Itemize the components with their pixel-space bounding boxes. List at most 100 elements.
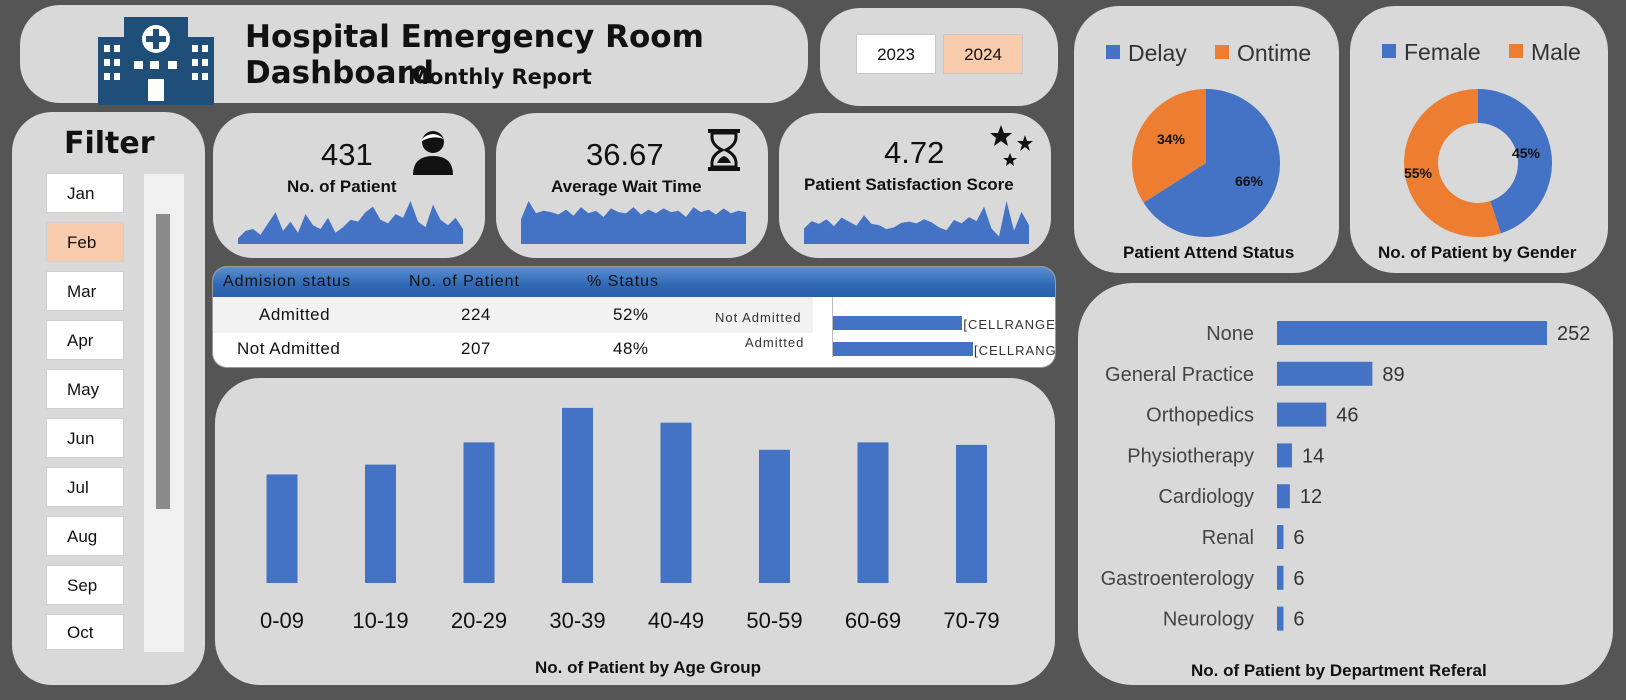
admission-bar-label: Not Admitted <box>715 310 802 325</box>
referral-value-label: 89 <box>1382 364 1404 386</box>
kpi-patients-value: 431 <box>321 137 373 172</box>
kpi-patients-label: No. of Patient <box>287 177 397 196</box>
filter-title: Filter <box>64 126 155 161</box>
age-tick-label: 30-39 <box>549 608 605 633</box>
age-tick-label: 50-59 <box>746 608 802 633</box>
legend-delay: Delay <box>1106 40 1187 67</box>
referral-bar <box>1277 565 1284 590</box>
month-filter-panel: Filter Jan Feb Mar Apr May Jun Jul Aug S… <box>12 112 205 685</box>
referral-value-label: 6 <box>1293 527 1304 549</box>
col-header-status: Admision status <box>223 273 351 290</box>
age-tick-label: 70-79 <box>943 608 999 633</box>
referral-bar <box>1277 443 1292 468</box>
referral-bar <box>1277 484 1290 509</box>
referral-category-label: General Practice <box>1105 364 1254 386</box>
month-button-aug[interactable]: Aug <box>46 516 124 556</box>
legend-swatch <box>1215 45 1229 59</box>
row-status: Not Admitted <box>237 339 341 358</box>
referral-category-label: Gastroenterology <box>1101 568 1254 590</box>
kpi-wait-time-label: Average Wait Time <box>551 177 702 196</box>
legend-label: Female <box>1404 39 1481 65</box>
month-button-oct[interactable]: Oct <box>46 614 124 650</box>
row-pct: 48% <box>613 339 649 358</box>
month-button-mar[interactable]: Mar <box>46 271 124 311</box>
pie-data-label: 34% <box>1157 131 1186 147</box>
scrollbar-thumb[interactable] <box>156 214 170 509</box>
month-button-feb[interactable]: Feb <box>46 222 124 262</box>
month-button-sep[interactable]: Sep <box>46 565 124 605</box>
kpi-satisfaction-card: 4.72 Patient Satisfaction Score <box>779 113 1051 258</box>
kpi-satisfaction-label: Patient Satisfaction Score <box>804 175 1014 194</box>
admission-bar <box>833 342 973 356</box>
referral-bar <box>1277 525 1284 549</box>
month-button-may[interactable]: May <box>46 369 124 409</box>
page-subtitle: Monthly Report <box>408 65 592 89</box>
referral-value-label: 12 <box>1300 486 1322 508</box>
hourglass-icon <box>708 129 740 171</box>
age-tick-label: 0-09 <box>260 608 304 633</box>
department-referral-chart: None 252 General Practice 89 Orthopedics 46 Ph… <box>1101 321 1590 631</box>
patients-sparkline <box>238 201 463 244</box>
sparkline-area <box>521 201 746 244</box>
referral-value-label: 46 <box>1336 405 1358 427</box>
month-button-apr[interactable]: Apr <box>46 320 124 360</box>
age-bar <box>956 444 987 583</box>
age-bar <box>857 442 889 583</box>
pie-data-label: 66% <box>1235 173 1264 189</box>
referral-category-label: Neurology <box>1163 609 1254 631</box>
legend-swatch <box>1382 44 1396 58</box>
admission-table-header: Admision status No. of Patient % Status <box>213 267 1055 297</box>
referral-category-label: Orthopedics <box>1146 405 1254 427</box>
age-tick-label: 20-29 <box>451 608 507 633</box>
col-header-count: No. of Patient <box>409 273 520 290</box>
referral-category-label: Cardiology <box>1158 486 1254 508</box>
referral-bar <box>1277 402 1327 427</box>
age-chart-title: No. of Patient by Age Group <box>535 658 762 677</box>
referral-category-label: Renal <box>1202 527 1254 549</box>
year-button-2023[interactable]: 2023 <box>856 34 936 74</box>
kpi-wait-time-value: 36.67 <box>586 137 664 172</box>
legend-female: Female <box>1382 39 1481 66</box>
age-tick-label: 60-69 <box>845 608 901 633</box>
legend-swatch <box>1509 44 1523 58</box>
month-button-jul[interactable]: Jul <box>46 467 124 507</box>
referral-bar <box>1277 361 1373 386</box>
admission-bar <box>833 316 963 330</box>
age-bar <box>463 442 495 583</box>
row-pct: 52% <box>613 305 649 324</box>
referral-category-label: None <box>1206 323 1254 345</box>
legend-ontime: Ontime <box>1215 40 1311 67</box>
age-tick-label: 40-49 <box>648 608 704 633</box>
age-tick-label: 10-19 <box>352 608 408 633</box>
attend-status-panel: Delay Ontime 66% 34% Patient Attend Statu… <box>1074 6 1339 273</box>
donut-data-label: 55% <box>1404 165 1433 181</box>
year-button-2024[interactable]: 2024 <box>943 34 1023 74</box>
month-button-jan[interactable]: Jan <box>46 173 124 213</box>
referral-category-label: Physiotherapy <box>1127 445 1254 467</box>
gender-chart-title: No. of Patient by Gender <box>1378 243 1577 262</box>
person-icon <box>413 131 453 175</box>
legend-label: Ontime <box>1237 40 1312 66</box>
admission-bar-tag: [CELLRANG <box>974 343 1055 358</box>
referral-value-label: 252 <box>1557 323 1590 345</box>
month-scrollbar[interactable] <box>144 174 184 652</box>
year-filter-panel: 2023 2024 <box>820 8 1058 106</box>
legend-label: Delay <box>1128 40 1187 66</box>
attend-status-pie: 66% 34% <box>1132 89 1280 237</box>
legend-swatch <box>1106 45 1120 59</box>
row-count: 207 <box>461 339 491 358</box>
referral-bar <box>1277 606 1284 631</box>
age-bar <box>365 464 396 583</box>
stars-icon <box>990 125 1033 166</box>
age-bar <box>759 449 790 583</box>
month-button-jun[interactable]: Jun <box>46 418 124 458</box>
admission-bar-tag: [CELLRANGE <box>963 317 1055 332</box>
referral-bar <box>1277 321 1547 345</box>
sparkline-area <box>238 201 463 244</box>
satisfaction-sparkline <box>804 201 1029 244</box>
donut-data-label: 45% <box>1512 145 1541 161</box>
attend-chart-title: Patient Attend Status <box>1123 243 1295 262</box>
age-bar <box>660 422 692 583</box>
header-panel: Hospital Emergency Room Dashboard Monthl… <box>20 5 808 105</box>
gender-panel: Female Male 45% 55% No. of Patient by Gen… <box>1350 6 1608 273</box>
